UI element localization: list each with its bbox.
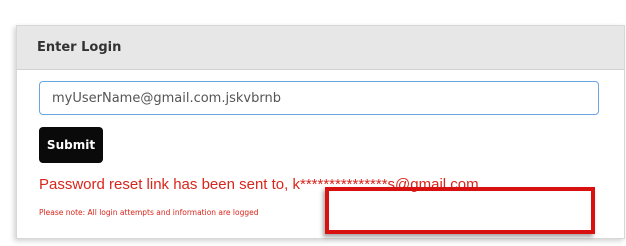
reset-message: Password reset link has been sent to, k*… <box>39 176 479 193</box>
highlight-box <box>325 187 595 234</box>
masked-email: k***************s@gmail.com <box>292 176 479 193</box>
login-panel: Enter Login Submit Password reset link h… <box>16 25 625 239</box>
submit-button[interactable]: Submit <box>39 127 103 163</box>
page: Enter Login Submit Password reset link h… <box>0 0 626 246</box>
login-input[interactable] <box>39 81 599 115</box>
panel-title: Enter Login <box>37 40 122 55</box>
reset-message-prefix: Password reset link has been sent to <box>39 176 285 193</box>
panel-header: Enter Login <box>17 26 624 70</box>
logging-notice: Please note: All login attempts and info… <box>39 208 259 217</box>
